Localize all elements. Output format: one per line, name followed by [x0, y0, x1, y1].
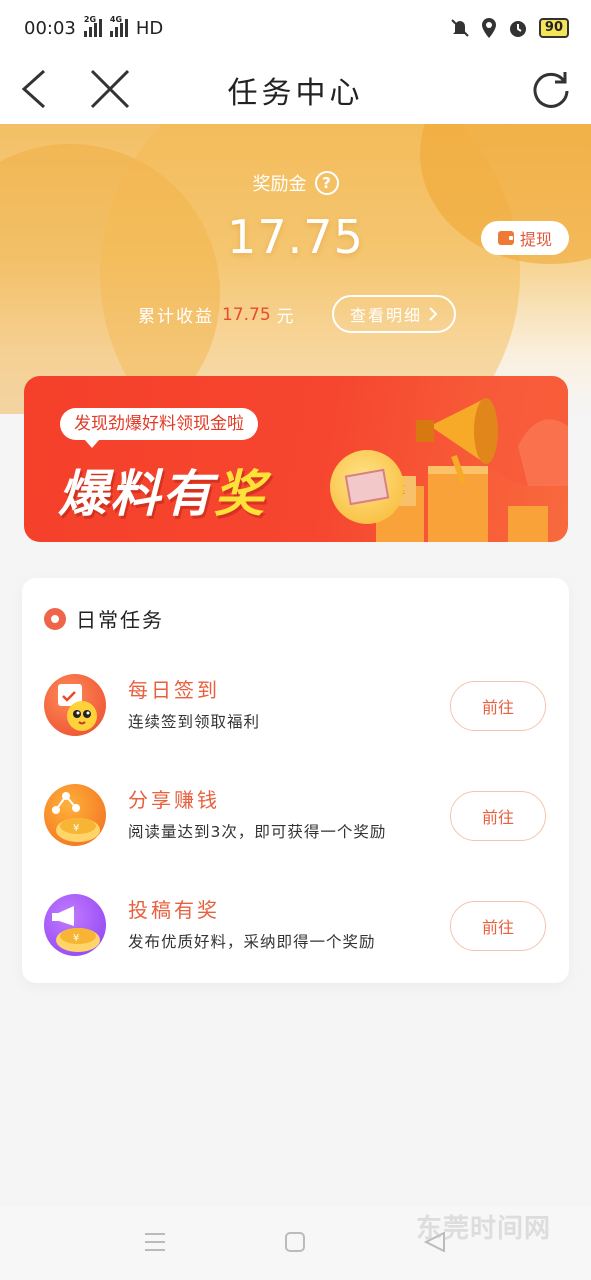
help-icon[interactable]: ? [314, 171, 339, 195]
task-title: 投稿有奖 [128, 898, 220, 922]
share-money-icon: ¥ [44, 784, 106, 846]
banner-title: 爆料有奖 [58, 454, 266, 526]
banner-title-main: 爆料有 [58, 465, 214, 523]
promo-banner[interactable]: ¥ 发现劲爆好料领现金啦 爆料有奖 [24, 376, 568, 542]
chevron-right-icon [429, 307, 438, 321]
wallet-icon [497, 231, 514, 245]
svg-text:¥: ¥ [73, 933, 79, 944]
go-button[interactable]: 前往 [450, 791, 546, 841]
mute-icon [451, 19, 469, 37]
alarm-icon [509, 21, 526, 37]
go-button[interactable]: 前往 [450, 901, 546, 951]
calendar-checkin-icon [44, 674, 106, 736]
signal-4g-icon: 4G [109, 15, 128, 37]
refresh-icon[interactable] [528, 64, 574, 114]
total-value: 17.75 [222, 304, 271, 325]
location-icon [481, 18, 496, 38]
task-description: 连续签到领取福利 [128, 713, 261, 731]
back-icon[interactable] [14, 64, 54, 114]
money-envelope-icon [330, 450, 404, 524]
menu-icon[interactable] [144, 1232, 166, 1256]
home-icon[interactable] [285, 1232, 305, 1256]
total-unit: 元 [276, 307, 294, 327]
signal-2g-icon: 2G [83, 15, 102, 37]
status-bar: 00:03 2G 4G HD 90 [0, 0, 591, 56]
daily-tasks-card: 日常任务 每日签到 连续签到领取福利 前往 ¥ 分享赚钱 阅读量达到3次，即可获… [22, 578, 569, 983]
section-dot-icon [44, 607, 66, 630]
status-left: 00:03 2G 4G HD [24, 15, 164, 39]
svg-text:¥: ¥ [73, 823, 79, 834]
banner-tag: 发现劲爆好料领现金啦 [60, 408, 258, 448]
megaphone-submit-icon: ¥ [44, 894, 106, 956]
banner-title-highlight: 奖 [214, 465, 266, 523]
reward-label: 奖励金 [252, 174, 307, 195]
reward-label-row: 奖励金 ? [0, 170, 591, 196]
total-label: 累计收益 [138, 307, 214, 327]
status-right: 90 [449, 17, 569, 39]
view-details-button[interactable]: 查看明细 [332, 295, 456, 333]
card-header: 日常任务 [44, 604, 164, 633]
task-item: ¥ 投稿有奖 发布优质好料，采纳即得一个奖励 前往 [22, 884, 569, 964]
task-item: ¥ 分享赚钱 阅读量达到3次，即可获得一个奖励 前往 [22, 774, 569, 854]
task-description: 阅读量达到3次，即可获得一个奖励 [128, 823, 387, 841]
battery-indicator: 90 [538, 18, 569, 38]
watermark: 东莞时间网 [415, 1214, 551, 1244]
withdraw-label: 提现 [519, 230, 552, 249]
hd-indicator: HD [135, 17, 164, 39]
task-title: 分享赚钱 [128, 788, 220, 812]
withdraw-button[interactable]: 提现 [481, 221, 569, 255]
nav-bar: 任务中心 [0, 56, 591, 124]
status-time: 00:03 [24, 17, 76, 39]
total-earnings: 累计收益 17.75 元 [138, 302, 294, 328]
task-description: 发布优质好料，采纳即得一个奖励 [128, 933, 376, 951]
signal-2g-label: 2G [83, 15, 97, 24]
task-item: 每日签到 连续签到领取福利 前往 [22, 664, 569, 744]
go-button[interactable]: 前往 [450, 681, 546, 731]
close-icon[interactable] [86, 64, 134, 114]
detail-label: 查看明细 [349, 306, 422, 325]
reward-header: 奖励金 ? 17.75 提现 累计收益 17.75 元 查看明细 [0, 124, 591, 414]
signal-4g-label: 4G [109, 15, 123, 24]
megaphone-illustration: ¥ [376, 376, 568, 542]
section-title: 日常任务 [76, 608, 164, 632]
task-title: 每日签到 [128, 678, 220, 702]
